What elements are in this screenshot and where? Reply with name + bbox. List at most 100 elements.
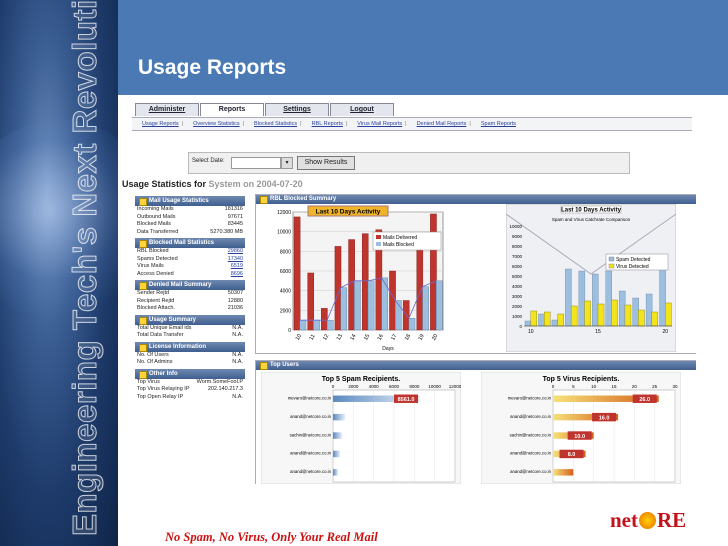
sidebar-banner: Engineering Tech's Next Revolution xyxy=(0,0,118,546)
stat-row: Total Unique Email ids N.A. xyxy=(135,325,245,333)
y-tick-label: 1000 xyxy=(512,314,523,319)
stat-row: Top Virus Worm.SomeFool.P xyxy=(135,379,245,387)
x-tick-label: 10 xyxy=(295,333,303,341)
stat-row: Blocked Mails 83445 xyxy=(135,221,245,229)
date-input[interactable] xyxy=(231,157,281,169)
subnav-link[interactable]: Denied Mail Reports xyxy=(417,121,467,127)
x-tick-label: 14 xyxy=(349,333,357,341)
legend-label: Spam Detected xyxy=(616,257,651,263)
tab-administer[interactable]: Administer xyxy=(135,103,199,116)
stat-row: Data Transferred 5270.380 MB xyxy=(135,229,245,237)
bar-blocked xyxy=(354,280,361,331)
subnav-link[interactable]: Spam Reports xyxy=(481,121,516,127)
subnav-link[interactable]: Overview Statistics xyxy=(193,121,239,127)
value-label: 16.0 xyxy=(599,415,610,421)
show-results-button[interactable]: Show Results xyxy=(297,156,355,170)
x-tick-label: 12 xyxy=(322,333,330,341)
bar-delivered xyxy=(321,308,328,331)
subnav-separator: | xyxy=(469,121,471,127)
y-tick-label: 0 xyxy=(288,328,291,334)
stat-row: Recipient Rejtd 12880 xyxy=(135,298,245,306)
bar-blocked xyxy=(367,280,375,331)
tab-settings[interactable]: Settings xyxy=(265,103,329,116)
stat-value[interactable]: 29860 xyxy=(228,248,243,256)
bar-blocked xyxy=(435,280,443,331)
recipient-bar xyxy=(333,469,339,476)
stats-heading: Usage Statistics for System on 2004-07-2… xyxy=(122,179,303,189)
subnav-separator: | xyxy=(181,121,184,127)
stat-row: Virus Mails 6519 xyxy=(135,263,245,271)
x-tick-label: 4000 xyxy=(369,384,380,389)
stat-row: Access Denied 8696 xyxy=(135,271,245,279)
subnav-link[interactable]: Usage Reports xyxy=(142,121,179,127)
stat-value: N.A. xyxy=(232,332,243,338)
stat-label: Top Open Relay IP xyxy=(137,393,184,400)
stat-row: Total Data Transfer N.A. xyxy=(135,332,245,340)
bar-virus xyxy=(651,311,659,327)
stat-value: 5270.380 MB xyxy=(210,228,243,235)
x-tick-label: 19 xyxy=(418,333,426,341)
subnav-separator: | xyxy=(242,121,245,127)
legend-swatch xyxy=(376,235,381,239)
x-tick-label: 10 xyxy=(591,384,597,389)
section-header-mail-usage: Mail Usage Statistics xyxy=(135,196,245,206)
category-label: anand@netcore.co.in xyxy=(510,451,552,456)
stat-label: RBL Blocked xyxy=(137,248,169,254)
stat-label: Total Data Transfer xyxy=(137,332,184,338)
y-tick-label: 4000 xyxy=(512,284,523,289)
bar-virus xyxy=(624,304,632,327)
bar-virus xyxy=(597,303,605,327)
sidebar-vertical-text: Engineering Tech's Next Revolution xyxy=(66,0,104,537)
bar-spam xyxy=(538,313,545,327)
y-tick-label: 6000 xyxy=(280,269,291,275)
stat-row: No. Of Admins N.A. xyxy=(135,359,245,367)
y-tick-label: 9000 xyxy=(512,234,523,239)
legend-swatch xyxy=(608,263,615,269)
dropdown-icon[interactable]: ▾ xyxy=(281,157,293,169)
subnav-link[interactable]: RBL Reports xyxy=(312,121,343,127)
x-axis-label: Days xyxy=(382,346,394,352)
tab-bar: Administer Reports Settings Logout xyxy=(135,103,395,116)
y-tick-label: 12000 xyxy=(277,210,291,216)
stat-value[interactable]: 17340 xyxy=(228,256,243,264)
bar-virus xyxy=(557,313,564,327)
bar-spam xyxy=(592,273,599,327)
stat-value: N.A. xyxy=(232,359,243,365)
tab-logout[interactable]: Logout xyxy=(330,103,394,116)
x-tick-label: 17 xyxy=(390,333,398,341)
date-label: Select Date: xyxy=(192,158,225,164)
section-header-license: License Information xyxy=(135,341,245,352)
stat-value[interactable]: 8696 xyxy=(231,271,243,279)
y-tick-label: 7000 xyxy=(512,254,523,259)
subnav-link[interactable]: Blocked Statistics xyxy=(254,121,297,127)
bar-spam xyxy=(578,270,586,327)
bar-blocked xyxy=(340,287,348,331)
x-tick-label: 20 xyxy=(431,333,439,341)
chart-title: Top 5 Spam Recipients. xyxy=(322,376,400,383)
stat-label: Total Unique Email ids xyxy=(137,324,192,331)
bar-virus xyxy=(570,305,578,327)
stat-row: Spams Detected 17340 xyxy=(135,256,245,264)
value-label: 26.0 xyxy=(639,397,650,403)
section-header-denied-mail: Denied Mail Summary xyxy=(135,280,245,290)
x-tick-label: 2000 xyxy=(348,384,359,389)
stats-heading-system: System on 2004-07-20 xyxy=(208,179,303,189)
tab-reports[interactable]: Reports xyxy=(200,103,264,116)
subnav-link[interactable]: Virus Mail Reports xyxy=(357,121,402,127)
bar-delivered xyxy=(430,213,437,331)
stat-label: Incoming Mails xyxy=(137,206,174,212)
stat-value: N.A. xyxy=(232,324,243,331)
x-tick-label: 10000 xyxy=(428,384,441,389)
stats-heading-prefix: Usage Statistics for xyxy=(122,179,207,189)
section-header-blocked-mail: Blocked Mail Statistics xyxy=(135,238,245,248)
section-header-usage-summary: Usage Summary xyxy=(135,314,245,325)
y-tick-label: 8000 xyxy=(280,249,291,255)
bar-virus xyxy=(584,300,591,327)
spam-recipients-chart: Top 5 Spam Recipients.0 2000 4000 6000 8000 1… xyxy=(261,372,461,484)
stat-value[interactable]: 6519 xyxy=(231,263,243,271)
bar-spam xyxy=(645,293,653,327)
x-tick-label: 20 xyxy=(662,329,668,335)
section-header-other: Other Info xyxy=(135,368,245,379)
x-tick-label: 20 xyxy=(632,384,638,389)
stat-label: Virus Mails xyxy=(137,263,164,269)
